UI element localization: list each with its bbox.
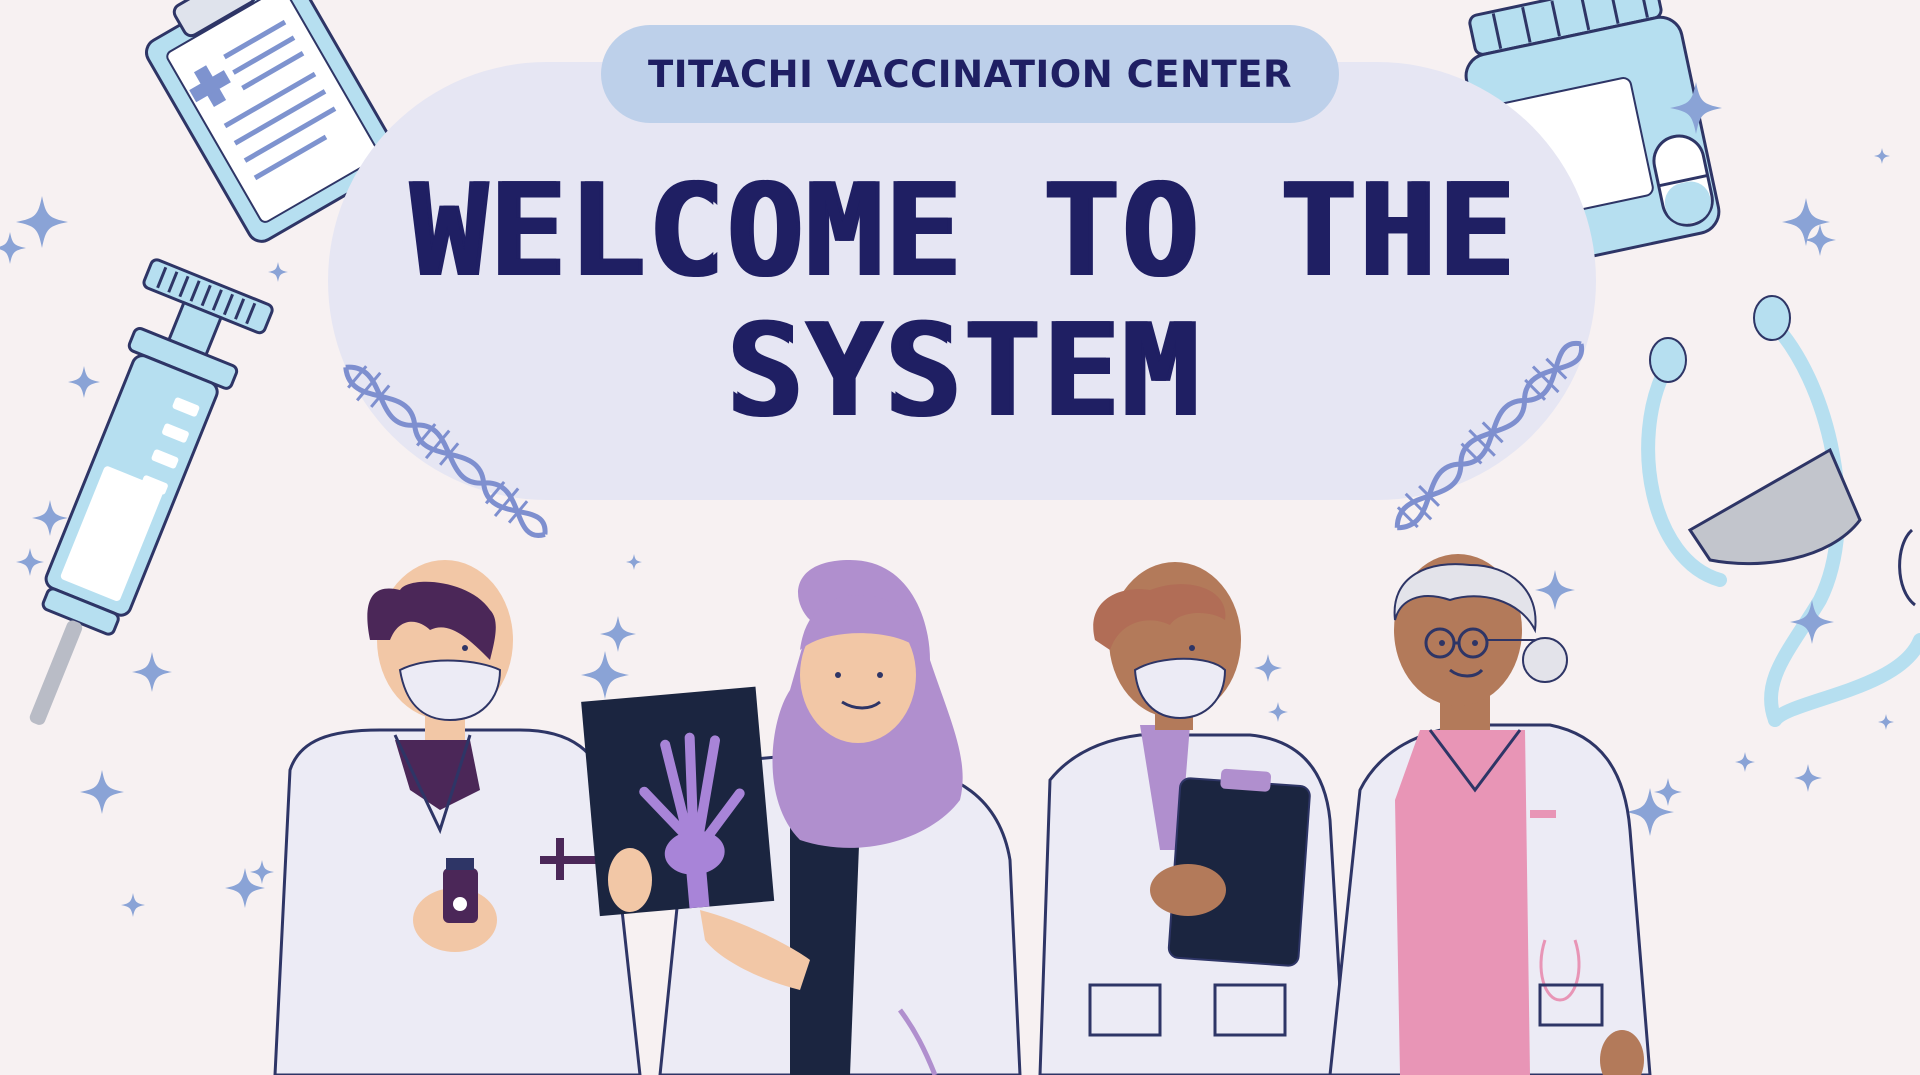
doctors-illustration (273, 554, 1652, 1075)
welcome-screen: TITACHI VACCINATION CENTER WELCOME TO TH… (0, 0, 1920, 1075)
doctor-with-clipboard (1038, 562, 1347, 1075)
doctor-with-vial (273, 560, 642, 1075)
doctor-with-xray (581, 560, 1022, 1075)
doctor-elderly-woman (1328, 554, 1652, 1075)
